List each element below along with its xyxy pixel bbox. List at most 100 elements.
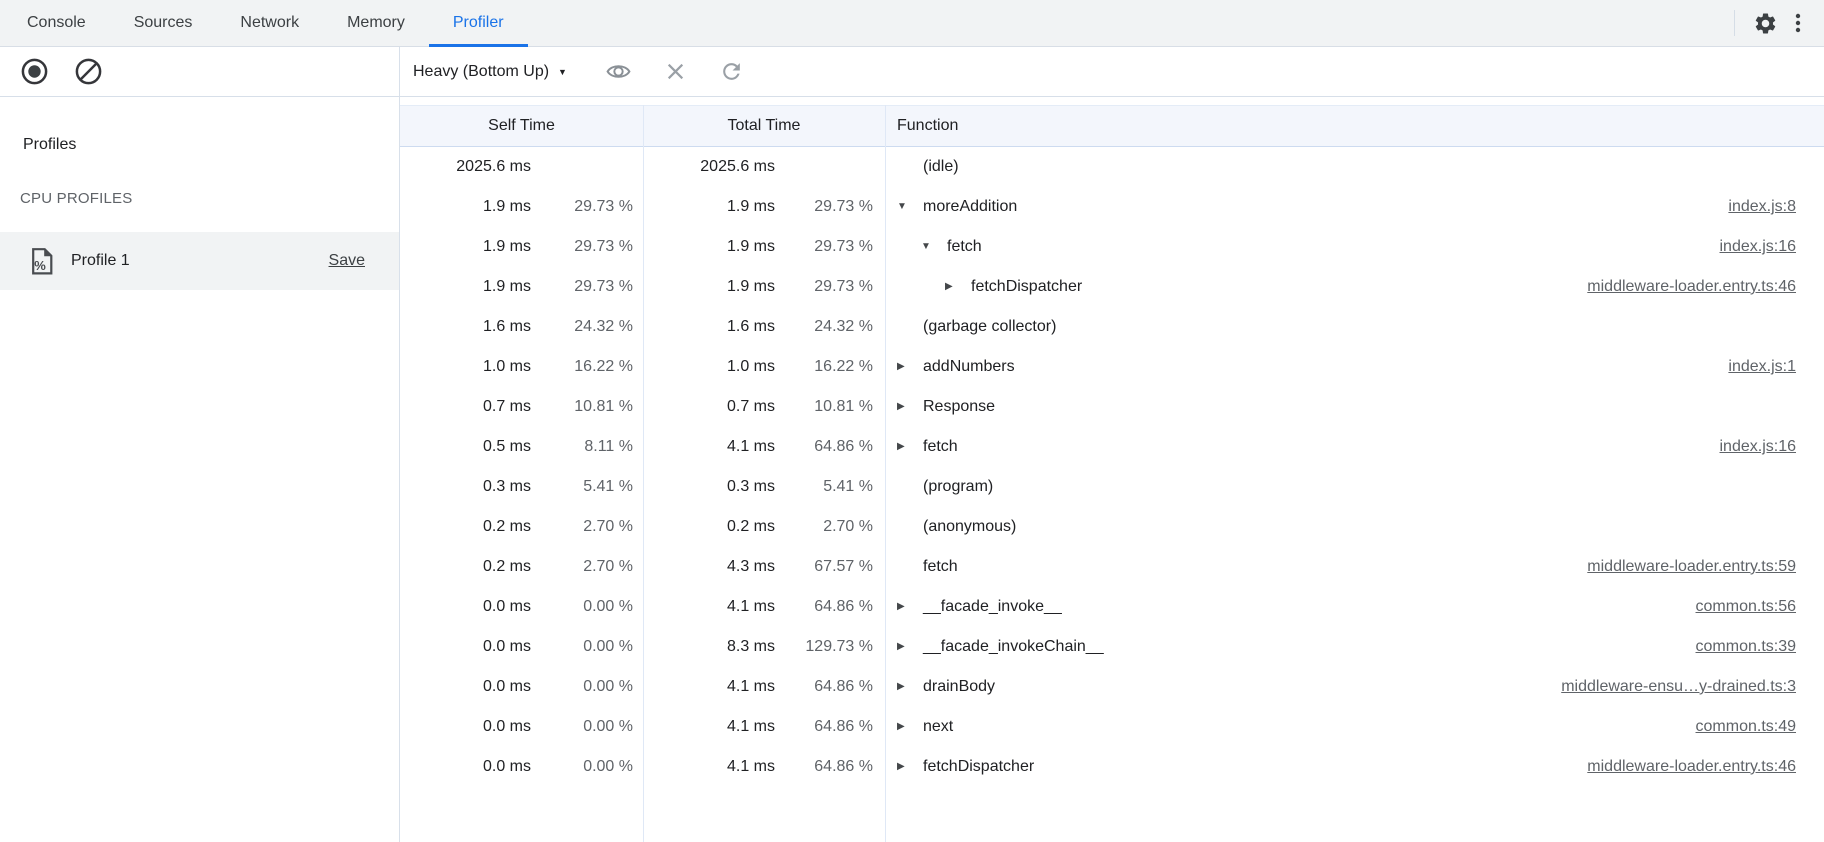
- column-header-function[interactable]: Function: [885, 117, 1824, 135]
- function-name: __facade_invokeChain__: [923, 638, 1104, 656]
- total-time-value: 2025.6 ms: [700, 158, 775, 176]
- column-header-self-time[interactable]: Self Time: [400, 117, 643, 135]
- table-row[interactable]: 0.0 ms 0.00 % 4.1 ms 64.86 % ▶ drainBody…: [400, 667, 1824, 707]
- expand-arrow-icon[interactable]: ▶: [897, 682, 923, 692]
- function-name: (program): [923, 478, 993, 496]
- function-cell: ▶ fetch index.js:16: [885, 438, 1824, 456]
- function-name: moreAddition: [923, 198, 1017, 216]
- self-time-cell: 1.9 ms 29.73 %: [400, 198, 643, 216]
- self-time-value: 0.0 ms: [483, 598, 531, 616]
- self-time-value: 0.5 ms: [483, 438, 531, 456]
- table-row[interactable]: 0.0 ms 0.00 % 8.3 ms 129.73 % ▶ __facade…: [400, 627, 1824, 667]
- function-cell: ▶ next common.ts:49: [885, 718, 1824, 736]
- table-row[interactable]: 0.2 ms 2.70 % 4.3 ms 67.57 % fetch middl…: [400, 547, 1824, 587]
- expand-arrow-icon[interactable]: ▶: [897, 442, 923, 452]
- record-button[interactable]: [16, 53, 53, 90]
- profiler-record-controls: [0, 47, 400, 96]
- source-link[interactable]: common.ts:56: [1676, 598, 1796, 616]
- expand-arrow-icon[interactable]: ▶: [897, 642, 923, 652]
- table-row[interactable]: 0.0 ms 0.00 % 4.1 ms 64.86 % ▶ fetchDisp…: [400, 747, 1824, 787]
- settings-button[interactable]: [1749, 7, 1782, 40]
- function-cell: ▶ fetchDispatcher middleware-loader.entr…: [885, 278, 1824, 296]
- clear-button[interactable]: [70, 53, 107, 90]
- clear-icon: [74, 57, 103, 86]
- source-link[interactable]: middleware-loader.entry.ts:46: [1567, 758, 1796, 776]
- restore-all-button[interactable]: [715, 55, 748, 88]
- expand-arrow-icon[interactable]: ▶: [897, 762, 923, 772]
- table-row[interactable]: 0.5 ms 8.11 % 4.1 ms 64.86 % ▶ fetch ind…: [400, 427, 1824, 467]
- source-link[interactable]: middleware-loader.entry.ts:59: [1567, 558, 1796, 576]
- self-time-percent: 5.41 %: [531, 478, 643, 496]
- source-link[interactable]: common.ts:49: [1676, 718, 1796, 736]
- source-link[interactable]: index.js:16: [1700, 238, 1797, 256]
- tab-memory[interactable]: Memory: [323, 0, 429, 46]
- self-time-percent: 0.00 %: [531, 758, 643, 776]
- view-mode-dropdown[interactable]: Heavy (Bottom Up) ▼: [413, 63, 567, 81]
- total-time-value: 0.7 ms: [727, 398, 775, 416]
- source-link[interactable]: index.js:1: [1708, 358, 1796, 376]
- table-row[interactable]: 0.0 ms 0.00 % 4.1 ms 64.86 % ▶ __facade_…: [400, 587, 1824, 627]
- table-row[interactable]: 0.7 ms 10.81 % 0.7 ms 10.81 % ▶ Response: [400, 387, 1824, 427]
- function-cell: (program): [885, 478, 1824, 496]
- table-row[interactable]: 1.0 ms 16.22 % 1.0 ms 16.22 % ▶ addNumbe…: [400, 347, 1824, 387]
- total-time-value: 1.9 ms: [727, 238, 775, 256]
- total-time-cell: 1.0 ms 16.22 %: [643, 358, 885, 376]
- self-time-value: 0.0 ms: [483, 638, 531, 656]
- record-icon: [20, 57, 49, 86]
- self-time-percent: 8.11 %: [531, 438, 643, 456]
- tab-profiler[interactable]: Profiler: [429, 0, 528, 46]
- more-options-button[interactable]: [1782, 7, 1814, 39]
- table-row[interactable]: 0.0 ms 0.00 % 4.1 ms 64.86 % ▶ next comm…: [400, 707, 1824, 747]
- self-time-percent: 29.73 %: [531, 238, 643, 256]
- total-time-value: 1.9 ms: [727, 278, 775, 296]
- table-row[interactable]: 1.9 ms 29.73 % 1.9 ms 29.73 % ▼ fetch in…: [400, 227, 1824, 267]
- expand-arrow-icon[interactable]: ▶: [897, 402, 923, 412]
- tab-label: Sources: [134, 14, 193, 31]
- profile-list-item[interactable]: % Profile 1 Save: [0, 232, 399, 290]
- expand-arrow-icon[interactable]: ▶: [945, 282, 971, 292]
- expand-arrow-icon[interactable]: ▶: [897, 362, 923, 372]
- total-time-value: 1.6 ms: [727, 318, 775, 336]
- tab-console[interactable]: Console: [3, 0, 110, 46]
- total-time-cell: 0.2 ms 2.70 %: [643, 518, 885, 536]
- active-tab-underline: [429, 44, 528, 47]
- self-time-cell: 1.0 ms 16.22 %: [400, 358, 643, 376]
- self-time-cell: 0.2 ms 2.70 %: [400, 558, 643, 576]
- table-row[interactable]: 1.9 ms 29.73 % 1.9 ms 29.73 % ▼ moreAddi…: [400, 187, 1824, 227]
- table-row[interactable]: 2025.6 ms 2025.6 ms (idle): [400, 147, 1824, 187]
- grid-header-row: Self Time Total Time Function: [400, 105, 1824, 147]
- function-cell: fetch middleware-loader.entry.ts:59: [885, 558, 1824, 576]
- table-row[interactable]: 0.3 ms 5.41 % 0.3 ms 5.41 % (program): [400, 467, 1824, 507]
- total-time-percent: 67.57 %: [775, 558, 885, 576]
- expand-arrow-icon[interactable]: ▼: [897, 202, 923, 212]
- expand-arrow-icon[interactable]: ▶: [897, 602, 923, 612]
- self-time-cell: 0.0 ms 0.00 %: [400, 718, 643, 736]
- exclude-selected-button[interactable]: [660, 56, 691, 87]
- total-time-cell: 1.9 ms 29.73 %: [643, 278, 885, 296]
- source-link[interactable]: middleware-loader.entry.ts:46: [1567, 278, 1796, 296]
- source-link[interactable]: middleware-ensu…y-drained.ts:3: [1541, 678, 1796, 696]
- expand-arrow-icon[interactable]: ▶: [897, 722, 923, 732]
- source-link[interactable]: index.js:8: [1708, 198, 1796, 216]
- profiler-toolbar: Heavy (Bottom Up) ▼: [0, 47, 1824, 97]
- total-time-cell: 4.3 ms 67.57 %: [643, 558, 885, 576]
- self-time-cell: 0.7 ms 10.81 %: [400, 398, 643, 416]
- refresh-icon: [719, 59, 744, 84]
- source-link[interactable]: index.js:16: [1700, 438, 1797, 456]
- tab-sources[interactable]: Sources: [110, 0, 217, 46]
- source-link[interactable]: common.ts:39: [1676, 638, 1796, 656]
- self-time-cell: 0.0 ms 0.00 %: [400, 598, 643, 616]
- save-profile-link[interactable]: Save: [329, 252, 365, 270]
- table-row[interactable]: 0.2 ms 2.70 % 0.2 ms 2.70 % (anonymous): [400, 507, 1824, 547]
- expand-arrow-icon[interactable]: ▼: [921, 242, 947, 252]
- total-time-percent: 64.86 %: [775, 718, 885, 736]
- tab-network[interactable]: Network: [216, 0, 323, 46]
- self-time-cell: 0.0 ms 0.00 %: [400, 758, 643, 776]
- column-header-total-time[interactable]: Total Time: [643, 117, 885, 135]
- table-row[interactable]: 1.9 ms 29.73 % 1.9 ms 29.73 % ▶ fetchDis…: [400, 267, 1824, 307]
- table-row[interactable]: 1.6 ms 24.32 % 1.6 ms 24.32 % (garbage c…: [400, 307, 1824, 347]
- gear-icon: [1753, 11, 1778, 36]
- focus-selected-button[interactable]: [601, 54, 636, 89]
- kebab-menu-icon: [1786, 11, 1810, 35]
- function-name: (garbage collector): [923, 318, 1056, 336]
